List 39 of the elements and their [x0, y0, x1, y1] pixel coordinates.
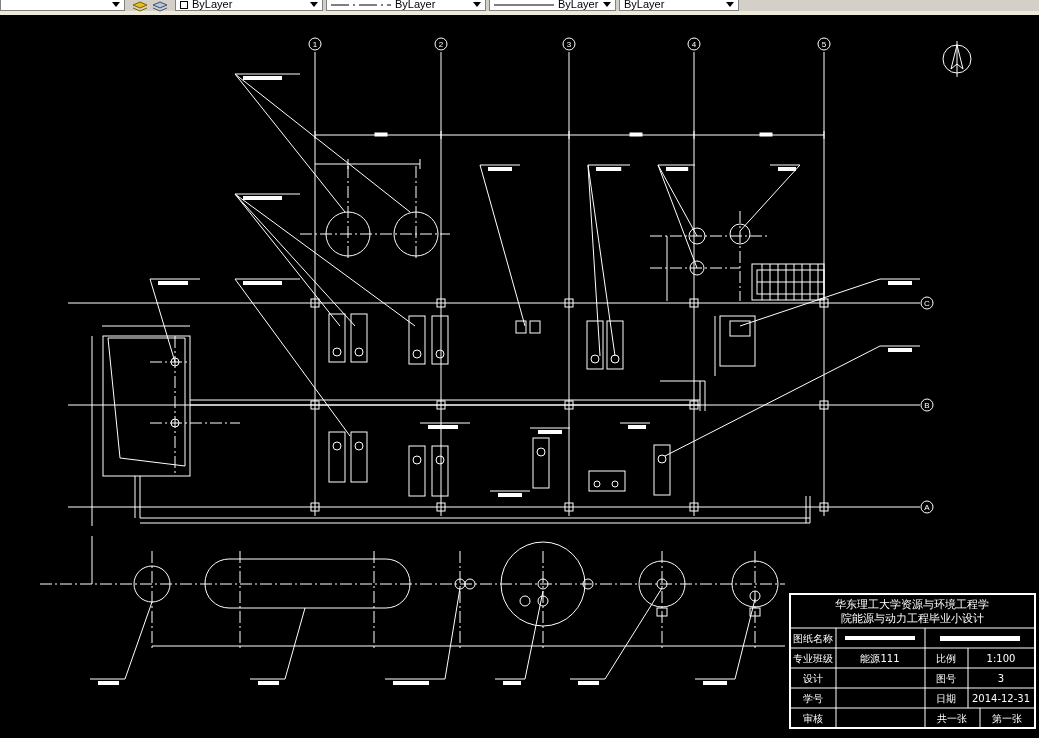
dropdown[interactable]: ByLayer	[619, 0, 739, 11]
title-block-label: 专业班级	[793, 653, 833, 664]
title-block-heading: 华东理工大学资源与环境工程学院能源与动力工程毕业小设计	[835, 598, 989, 625]
title-block-label: 图纸名称	[793, 633, 833, 644]
axis-label: 2	[438, 40, 444, 49]
illegible-text-mark	[845, 636, 915, 640]
axis-label: 4	[691, 40, 697, 49]
title-block-value: 图号	[936, 673, 956, 684]
axis-label: 3	[566, 40, 572, 49]
title-block-label: 设计	[803, 673, 823, 684]
axis-label: 5	[821, 40, 827, 49]
caret-icon	[310, 2, 318, 7]
title-block-value: 2014-12-31	[971, 693, 1031, 704]
title-block-value: 第一张	[992, 713, 1022, 724]
title-block-value: 3	[997, 673, 1005, 684]
axis-label: 1	[312, 40, 318, 49]
title-block-value: 能源111	[860, 653, 900, 664]
title-block-label: 学号	[803, 693, 823, 704]
axis-label: A	[924, 503, 930, 512]
caret-icon	[473, 2, 481, 7]
color-swatch	[180, 0, 188, 9]
dropdown[interactable]: ByLayer	[175, 0, 323, 11]
lineweight-sample-icon	[494, 2, 554, 7]
axis-label: B	[924, 401, 930, 410]
title-block-value: 日期	[936, 693, 956, 704]
title-block-value: 共一张	[937, 713, 967, 724]
dropdown[interactable]: ByLayer	[489, 0, 616, 11]
dropdown[interactable]: ByLayer	[326, 0, 486, 11]
caret-icon	[603, 2, 611, 7]
caret-icon	[726, 2, 734, 7]
dropdown[interactable]	[0, 0, 125, 11]
title-block-label: 审核	[803, 713, 823, 724]
title-block-value: 1:100	[986, 653, 1016, 664]
axis-label: C	[924, 299, 930, 308]
layers-icon[interactable]	[132, 0, 148, 12]
linetype-sample-icon	[331, 2, 391, 7]
title-block-value: 比例	[936, 653, 956, 664]
layers-icon[interactable]	[152, 0, 168, 12]
caret-icon	[112, 2, 120, 7]
